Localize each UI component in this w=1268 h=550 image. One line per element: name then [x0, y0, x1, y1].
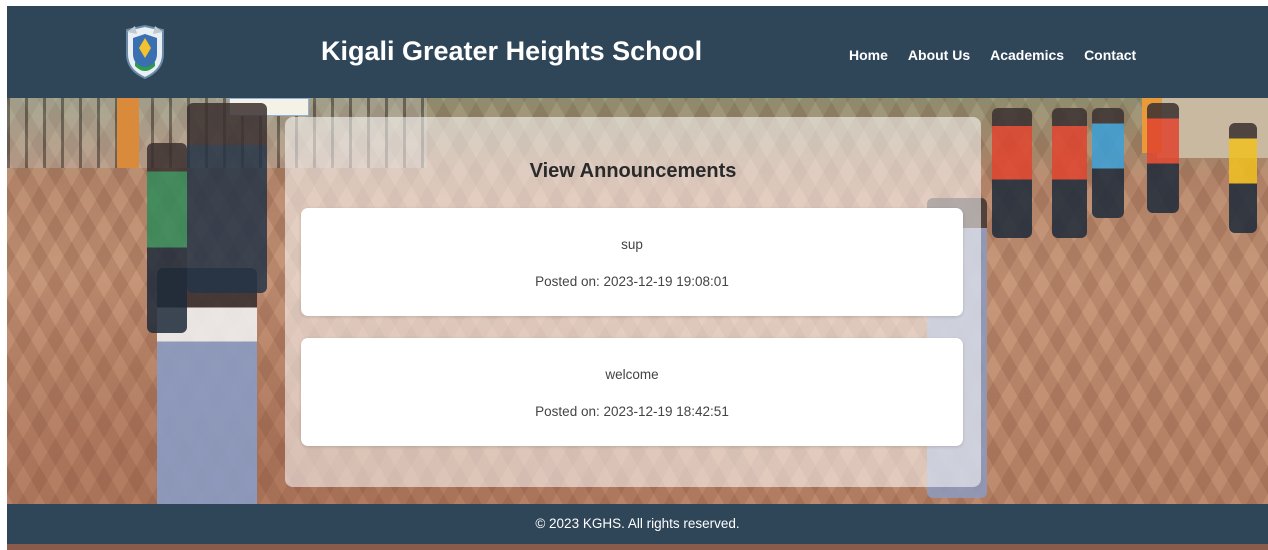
school-crest-icon[interactable] [123, 24, 167, 80]
person-silhouette [147, 143, 187, 333]
person-silhouette [1052, 108, 1087, 238]
announcement-message: welcome [605, 367, 659, 382]
nav-home-link[interactable]: Home [849, 47, 888, 63]
site-title: Kigali Greater Heights School [321, 36, 703, 66]
nav-about-link[interactable]: About Us [908, 47, 970, 63]
site-footer: © 2023 KGHS. All rights reserved. [7, 504, 1268, 544]
background-photo-strip [7, 544, 1268, 550]
site-header: Kigali Greater Heights School Home About… [7, 6, 1268, 98]
person-silhouette [1147, 103, 1179, 213]
main-nav: Home About Us Academics Contact [849, 47, 1136, 63]
person-silhouette [1092, 108, 1124, 218]
page-title: View Announcements [529, 160, 737, 182]
nav-contact-link[interactable]: Contact [1084, 47, 1136, 63]
copyright-text: © 2023 KGHS. All rights reserved. [535, 516, 740, 531]
person-silhouette [187, 103, 267, 293]
announcement-message: sup [621, 237, 643, 252]
pillar-decoration [117, 98, 139, 168]
announcement-date: Posted on: 2023-12-19 18:42:51 [535, 404, 729, 419]
page: Kigali Greater Heights School Home About… [7, 6, 1268, 550]
announcement-card: sup Posted on: 2023-12-19 19:08:01 [301, 208, 963, 316]
nav-academics-link[interactable]: Academics [990, 47, 1064, 63]
person-silhouette [992, 108, 1032, 238]
announcement-card: welcome Posted on: 2023-12-19 18:42:51 [301, 338, 963, 446]
announcements-panel: View Announcements sup Posted on: 2023-1… [285, 117, 981, 487]
announcement-date: Posted on: 2023-12-19 19:08:01 [535, 274, 729, 289]
person-silhouette [1229, 123, 1257, 233]
